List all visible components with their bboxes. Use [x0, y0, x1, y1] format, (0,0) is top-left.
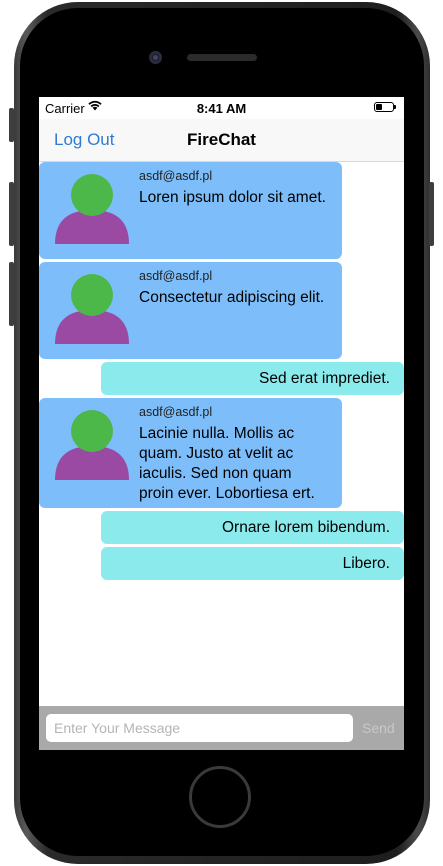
avatar-icon [55, 174, 129, 244]
app-screen: Carrier 8:41 AM FireChat Log Out asdf@as… [39, 97, 404, 750]
outgoing-message: Sed erat imprediet. [101, 362, 404, 395]
mute-switch [9, 108, 14, 142]
incoming-message: asdf@asdf.pl Consectetur adipiscing elit… [39, 262, 342, 359]
navigation-bar: FireChat Log Out [39, 119, 404, 162]
message-text: Lacinie nulla. Mollis ac quam. Justo at … [139, 425, 315, 502]
outgoing-message: Ornare lorem bibendum. [101, 511, 404, 544]
incoming-message: asdf@asdf.pl Loren ipsum dolor sit amet. [39, 162, 342, 259]
volume-up-button [9, 182, 14, 246]
home-button[interactable] [189, 766, 251, 828]
power-button [429, 182, 434, 246]
message-sender: asdf@asdf.pl [139, 269, 213, 283]
send-button[interactable]: Send [362, 720, 395, 736]
message-text: Loren ipsum dolor sit amet. [139, 189, 326, 206]
logout-button[interactable]: Log Out [54, 130, 115, 150]
outgoing-message: Libero. [101, 547, 404, 580]
message-input[interactable] [46, 714, 353, 742]
message-text: Sed erat imprediet. [259, 370, 390, 387]
message-text: Ornare lorem bibendum. [222, 519, 390, 536]
message-composer: Send [39, 706, 404, 750]
message-sender: asdf@asdf.pl [139, 405, 213, 419]
clock: 8:41 AM [196, 101, 247, 116]
incoming-message: asdf@asdf.pl Lacinie nulla. Mollis ac qu… [39, 398, 342, 508]
avatar-icon [55, 410, 129, 480]
battery-icon [374, 102, 396, 112]
front-camera [149, 51, 162, 64]
message-sender: asdf@asdf.pl [139, 169, 213, 183]
status-bar: Carrier 8:41 AM [39, 97, 404, 119]
avatar-icon [55, 274, 129, 344]
earpiece-speaker [187, 54, 257, 61]
message-text: Consectetur adipiscing elit. [139, 289, 325, 306]
volume-down-button [9, 262, 14, 326]
message-text: Libero. [342, 555, 390, 572]
